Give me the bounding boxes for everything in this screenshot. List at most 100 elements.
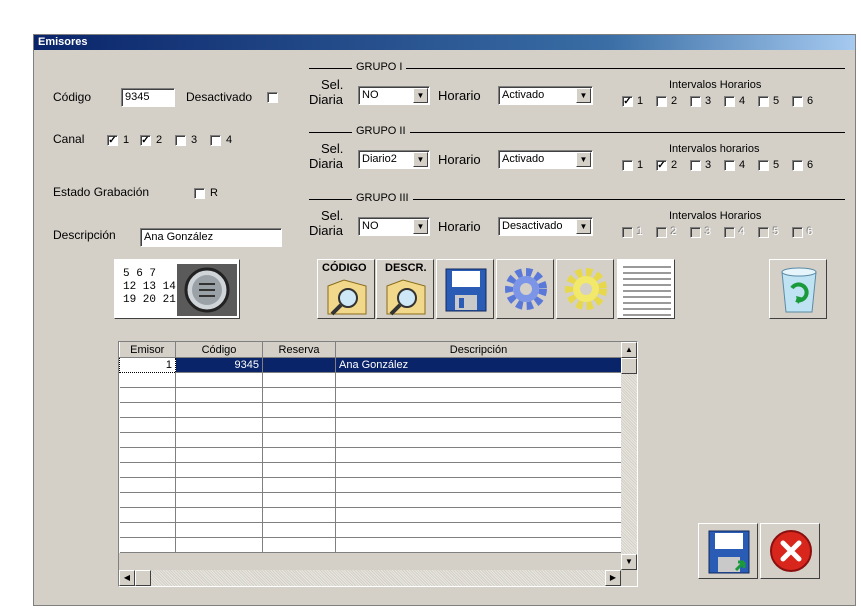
table-cell[interactable] bbox=[262, 417, 336, 433]
codigo-input[interactable]: 9345 bbox=[121, 88, 175, 107]
chevron-down-icon[interactable]: ▼ bbox=[413, 152, 428, 167]
table-row[interactable] bbox=[119, 417, 622, 433]
table-cell[interactable] bbox=[175, 507, 263, 523]
table-cell[interactable] bbox=[335, 462, 622, 478]
table-cell[interactable] bbox=[175, 432, 263, 448]
table-cell[interactable] bbox=[335, 372, 622, 388]
horario-combo[interactable]: Desactivado ▼ bbox=[498, 217, 593, 236]
table-cell[interactable] bbox=[262, 402, 336, 418]
scroll-right-icon[interactable]: ▶ bbox=[605, 570, 621, 586]
table-cell[interactable] bbox=[262, 432, 336, 448]
save-and-close-button[interactable] bbox=[698, 523, 758, 579]
intervalo-6-checkbox[interactable] bbox=[792, 160, 803, 171]
table-cell[interactable] bbox=[262, 447, 336, 463]
table-cell[interactable] bbox=[335, 432, 622, 448]
canal-2-checkbox[interactable]: ✓ bbox=[140, 135, 151, 146]
canal-4-checkbox[interactable] bbox=[210, 135, 221, 146]
table-row[interactable] bbox=[119, 477, 622, 493]
table-row[interactable]: 1 9345 Ana González bbox=[119, 357, 622, 373]
table-cell[interactable] bbox=[175, 402, 263, 418]
intervalo-1-checkbox[interactable] bbox=[622, 160, 633, 171]
canal-1-checkbox[interactable]: ✓ bbox=[107, 135, 118, 146]
table-row[interactable] bbox=[119, 402, 622, 418]
table-cell[interactable] bbox=[262, 357, 336, 373]
table-cell[interactable] bbox=[119, 492, 176, 508]
horario-combo[interactable]: Activado ▼ bbox=[498, 86, 593, 105]
table-cell[interactable] bbox=[262, 537, 336, 553]
scroll-down-icon[interactable]: ▼ bbox=[621, 554, 637, 570]
desactivado-checkbox[interactable] bbox=[267, 92, 278, 103]
table-row[interactable] bbox=[119, 432, 622, 448]
intervalo-6-checkbox[interactable] bbox=[792, 96, 803, 107]
buscar-descripcion-button[interactable]: DESCR. bbox=[376, 259, 434, 319]
table-cell[interactable] bbox=[335, 492, 622, 508]
sel-diaria-combo[interactable]: Diario2 ▼ bbox=[358, 150, 430, 169]
table-cell[interactable] bbox=[335, 387, 622, 403]
descripcion-input[interactable]: Ana González bbox=[140, 228, 282, 247]
estado-r-checkbox[interactable] bbox=[194, 188, 205, 199]
table-cell[interactable] bbox=[335, 417, 622, 433]
table-cell[interactable] bbox=[335, 477, 622, 493]
intervalo-2-checkbox[interactable] bbox=[656, 96, 667, 107]
table-row[interactable] bbox=[119, 507, 622, 523]
table-cell[interactable]: Ana González bbox=[335, 357, 622, 373]
column-header[interactable]: Emisor bbox=[119, 342, 176, 358]
table-row[interactable] bbox=[119, 537, 622, 553]
chevron-down-icon[interactable]: ▼ bbox=[413, 88, 428, 103]
scroll-up-icon[interactable]: ▲ bbox=[621, 342, 637, 358]
table-cell[interactable]: 9345 bbox=[175, 357, 263, 373]
table-cell[interactable] bbox=[335, 402, 622, 418]
sel-diaria-combo[interactable]: NO ▼ bbox=[358, 217, 430, 236]
config-yellow-gear-button[interactable] bbox=[556, 259, 614, 319]
table-cell[interactable] bbox=[262, 372, 336, 388]
table-cell[interactable] bbox=[262, 492, 336, 508]
table-cell[interactable] bbox=[175, 387, 263, 403]
table-cell[interactable] bbox=[175, 477, 263, 493]
table-row[interactable] bbox=[119, 522, 622, 538]
chevron-down-icon[interactable]: ▼ bbox=[576, 219, 591, 234]
descripciones-list-button[interactable] bbox=[617, 259, 675, 319]
table-cell[interactable] bbox=[262, 477, 336, 493]
horizontal-scrollbar[interactable]: ◀ ▶ bbox=[119, 570, 621, 586]
table-cell[interactable] bbox=[175, 417, 263, 433]
horario-combo[interactable]: Activado ▼ bbox=[498, 150, 593, 169]
table-cell[interactable] bbox=[119, 507, 176, 523]
table-row[interactable] bbox=[119, 447, 622, 463]
table-cell[interactable] bbox=[175, 492, 263, 508]
intervalo-3-checkbox[interactable] bbox=[690, 160, 701, 171]
table-cell[interactable] bbox=[119, 432, 176, 448]
config-blue-gear-button[interactable] bbox=[496, 259, 554, 319]
canal-3-checkbox[interactable] bbox=[175, 135, 186, 146]
table-cell[interactable] bbox=[119, 417, 176, 433]
table-cell[interactable] bbox=[175, 537, 263, 553]
emisores-table[interactable]: Emisor Código Reserva Descripción 1 9345 Ana … bbox=[118, 341, 638, 587]
intervalo-5-checkbox[interactable] bbox=[758, 96, 769, 107]
intervalo-4-checkbox[interactable] bbox=[724, 96, 735, 107]
intervalo-2-checkbox[interactable]: ✓ bbox=[656, 160, 667, 171]
chevron-down-icon[interactable]: ▼ bbox=[413, 219, 428, 234]
table-cell[interactable]: 1 bbox=[119, 357, 176, 373]
table-cell[interactable] bbox=[119, 447, 176, 463]
table-cell[interactable] bbox=[119, 477, 176, 493]
column-header[interactable]: Código bbox=[175, 342, 263, 358]
column-header[interactable]: Reserva bbox=[262, 342, 336, 358]
vertical-scrollbar[interactable]: ▲ ▼ bbox=[621, 342, 637, 570]
table-cell[interactable] bbox=[175, 522, 263, 538]
column-header[interactable]: Descripción bbox=[335, 342, 622, 358]
hscroll-thumb[interactable] bbox=[135, 570, 151, 586]
chevron-down-icon[interactable]: ▼ bbox=[576, 152, 591, 167]
save-disk-button[interactable] bbox=[436, 259, 494, 319]
scroll-left-icon[interactable]: ◀ bbox=[119, 570, 135, 586]
intervalo-3-checkbox[interactable] bbox=[690, 96, 701, 107]
table-cell[interactable] bbox=[262, 522, 336, 538]
table-cell[interactable] bbox=[335, 537, 622, 553]
intervalo-5-checkbox[interactable] bbox=[758, 160, 769, 171]
table-cell[interactable] bbox=[119, 462, 176, 478]
buscar-codigo-button[interactable]: CÓDIGO bbox=[317, 259, 375, 319]
table-cell[interactable] bbox=[335, 447, 622, 463]
table-cell[interactable] bbox=[335, 507, 622, 523]
table-cell[interactable] bbox=[119, 372, 176, 388]
intervalo-1-checkbox[interactable]: ✓ bbox=[622, 96, 633, 107]
cancel-button[interactable] bbox=[760, 523, 820, 579]
table-cell[interactable] bbox=[175, 372, 263, 388]
